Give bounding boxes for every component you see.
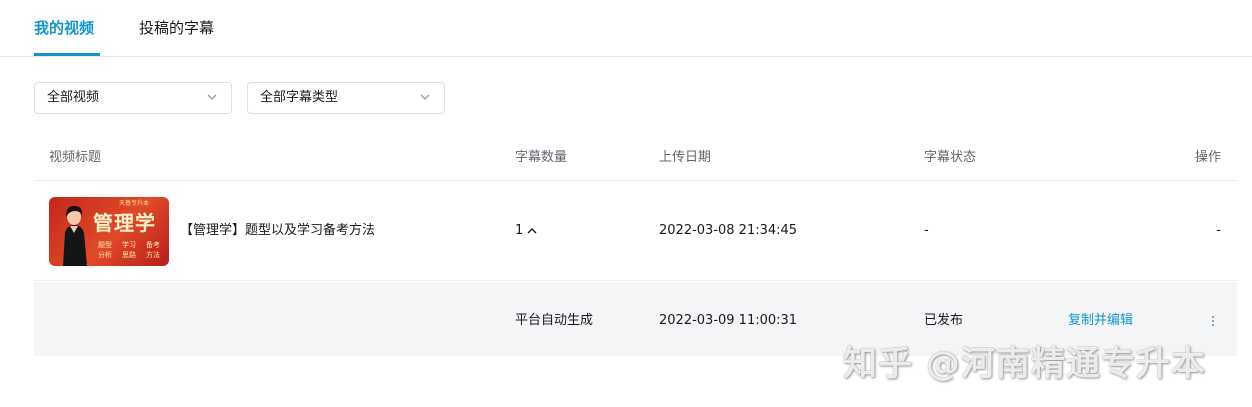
thumbnail-tag: 学习 [122, 241, 136, 249]
subtitle-management-page: 我的视频 投稿的字幕 全部视频 全部字幕类型 视频标题 字幕数量 上传日期 字幕… [0, 0, 1252, 407]
chevron-down-icon [207, 94, 217, 100]
active-tab-indicator [34, 53, 100, 56]
thumbnail-tag: 方法 [146, 251, 160, 259]
thumbnail-title: 管理学 [93, 211, 156, 235]
chevron-up-icon [527, 228, 537, 234]
chevron-down-icon [420, 94, 430, 100]
subtitle-count: 1 [515, 223, 524, 238]
tab-bar: 我的视频 投稿的字幕 [0, 0, 1252, 57]
header-actions: 操作 [1194, 150, 1221, 165]
thumbnail-tag: 备考 [146, 241, 160, 249]
more-vertical-icon[interactable] [1211, 315, 1215, 327]
subtitle-source: 平台自动生成 [515, 313, 594, 328]
video-title[interactable]: 【管理学】题型以及学习备考方法 [180, 222, 375, 240]
thumbnail-tag: 题型 [98, 241, 112, 249]
table-header: 视频标题 字幕数量 上传日期 字幕状态 操作 [34, 137, 1237, 181]
presenter-image [63, 205, 87, 266]
thumbnail-top-text: 天基专升本 [119, 200, 150, 207]
subtitle-date: 2022-03-09 11:00:31 [659, 313, 798, 328]
thumbnail-tag: 思路 [122, 251, 136, 259]
header-upload-date: 上传日期 [659, 150, 712, 165]
subtitle-count-toggle[interactable]: 1 [515, 222, 537, 240]
thumbnail-subtitle: 题型 学习 备考分析 思路 方法 [93, 240, 167, 260]
tab-my-videos[interactable]: 我的视频 [34, 18, 94, 38]
subtitle-status: 已发布 [924, 313, 964, 328]
video-action: - [1216, 223, 1221, 238]
video-thumbnail[interactable]: 天基专升本 管理学 题型 学习 备考分析 思路 方法 [49, 197, 169, 266]
video-filter-select[interactable]: 全部视频 [34, 82, 232, 114]
watermark: 知乎 @河南精通专升本 [843, 344, 1206, 384]
subtitle-type-filter-value: 全部字幕类型 [260, 90, 339, 105]
header-subtitle-count: 字幕数量 [515, 150, 568, 165]
subtitle-type-filter-select[interactable]: 全部字幕类型 [247, 82, 445, 114]
upload-date: 2022-03-08 21:34:45 [659, 223, 798, 238]
header-subtitle-status: 字幕状态 [924, 150, 977, 165]
thumbnail-tag: 分析 [98, 251, 112, 259]
subtitle-status: - [924, 223, 929, 238]
video-row: 天基专升本 管理学 题型 学习 备考分析 思路 方法 【管理学】题型以及学习备考方法 1… [34, 181, 1237, 281]
tab-submitted-subtitles[interactable]: 投稿的字幕 [139, 18, 214, 38]
header-video-title: 视频标题 [49, 150, 102, 165]
copy-and-edit-link[interactable]: 复制并编辑 [1068, 312, 1133, 330]
video-filter-value: 全部视频 [47, 90, 100, 105]
